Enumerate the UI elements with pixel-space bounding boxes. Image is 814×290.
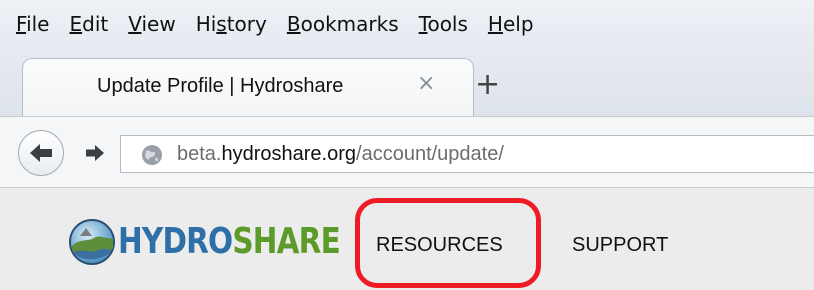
tab-update-profile[interactable]: Update Profile | Hydroshare ×	[22, 58, 474, 116]
menu-bar: File Edit View History Bookmarks Tools H…	[0, 0, 814, 50]
menu-file-label: ile	[26, 12, 50, 36]
menu-file[interactable]: File	[16, 11, 49, 37]
hydroshare-logo[interactable]: HYDROSHARE	[68, 218, 389, 266]
url-subdomain: beta.	[177, 143, 222, 165]
url-domain: hydroshare.org	[221, 143, 357, 165]
menu-edit[interactable]: Edit	[69, 11, 108, 37]
tab-title: Update Profile | Hydroshare	[97, 75, 344, 97]
logo-wordmark: HYDROSHARE	[118, 221, 341, 262]
menu-file-accel: F	[16, 12, 27, 36]
nav-bar: beta.hydroshare.org/account/update/	[0, 116, 814, 188]
url-path: /account/update/	[356, 143, 504, 165]
menu-view[interactable]: View	[128, 11, 175, 37]
red-highlight-annotation	[355, 198, 541, 288]
menu-bookmarks-accel: B	[286, 12, 301, 36]
menu-bookmarks-label: ookmarks	[300, 12, 399, 36]
menu-bookmarks[interactable]: Bookmarks	[287, 11, 399, 37]
tab-strip: Update Profile | Hydroshare × +	[0, 50, 814, 116]
menu-tools-label: ools	[427, 12, 468, 36]
page-header: HYDROSHARE RESOURCES SUPPORT	[0, 188, 814, 290]
forward-button[interactable]	[74, 137, 116, 169]
logo-hydro-text: HYDRO	[118, 221, 233, 262]
new-tab-icon[interactable]: +	[475, 70, 500, 100]
menu-help[interactable]: Help	[488, 11, 534, 37]
menu-help-label: elp	[502, 12, 534, 36]
back-button[interactable]	[18, 130, 64, 176]
menu-edit-accel: E	[69, 12, 83, 36]
forward-arrow-icon	[86, 145, 104, 161]
menu-edit-label: dit	[82, 12, 109, 36]
menu-items: File Edit View History Bookmarks Tools H…	[16, 11, 554, 37]
menu-history-pre: Hi	[195, 12, 217, 36]
back-arrow-icon	[30, 144, 52, 162]
url-text: beta.hydroshare.org/account/update/	[177, 143, 504, 166]
menu-history[interactable]: History	[196, 11, 267, 37]
url-bar[interactable]: beta.hydroshare.org/account/update/	[120, 135, 814, 173]
globe-icon	[142, 145, 162, 165]
menu-view-label: iew	[141, 12, 176, 36]
hydroshare-globe-icon	[69, 219, 115, 265]
nav-support-link[interactable]: SUPPORT	[572, 234, 668, 257]
menu-history-label: tory	[226, 12, 267, 36]
menu-view-accel: V	[128, 12, 142, 36]
menu-help-accel: H	[487, 12, 503, 36]
menu-tools[interactable]: Tools	[419, 11, 468, 37]
menu-history-accel: s	[216, 12, 227, 36]
logo-share-text: SHARE	[232, 221, 340, 262]
tab-close-icon[interactable]: ×	[417, 71, 435, 96]
